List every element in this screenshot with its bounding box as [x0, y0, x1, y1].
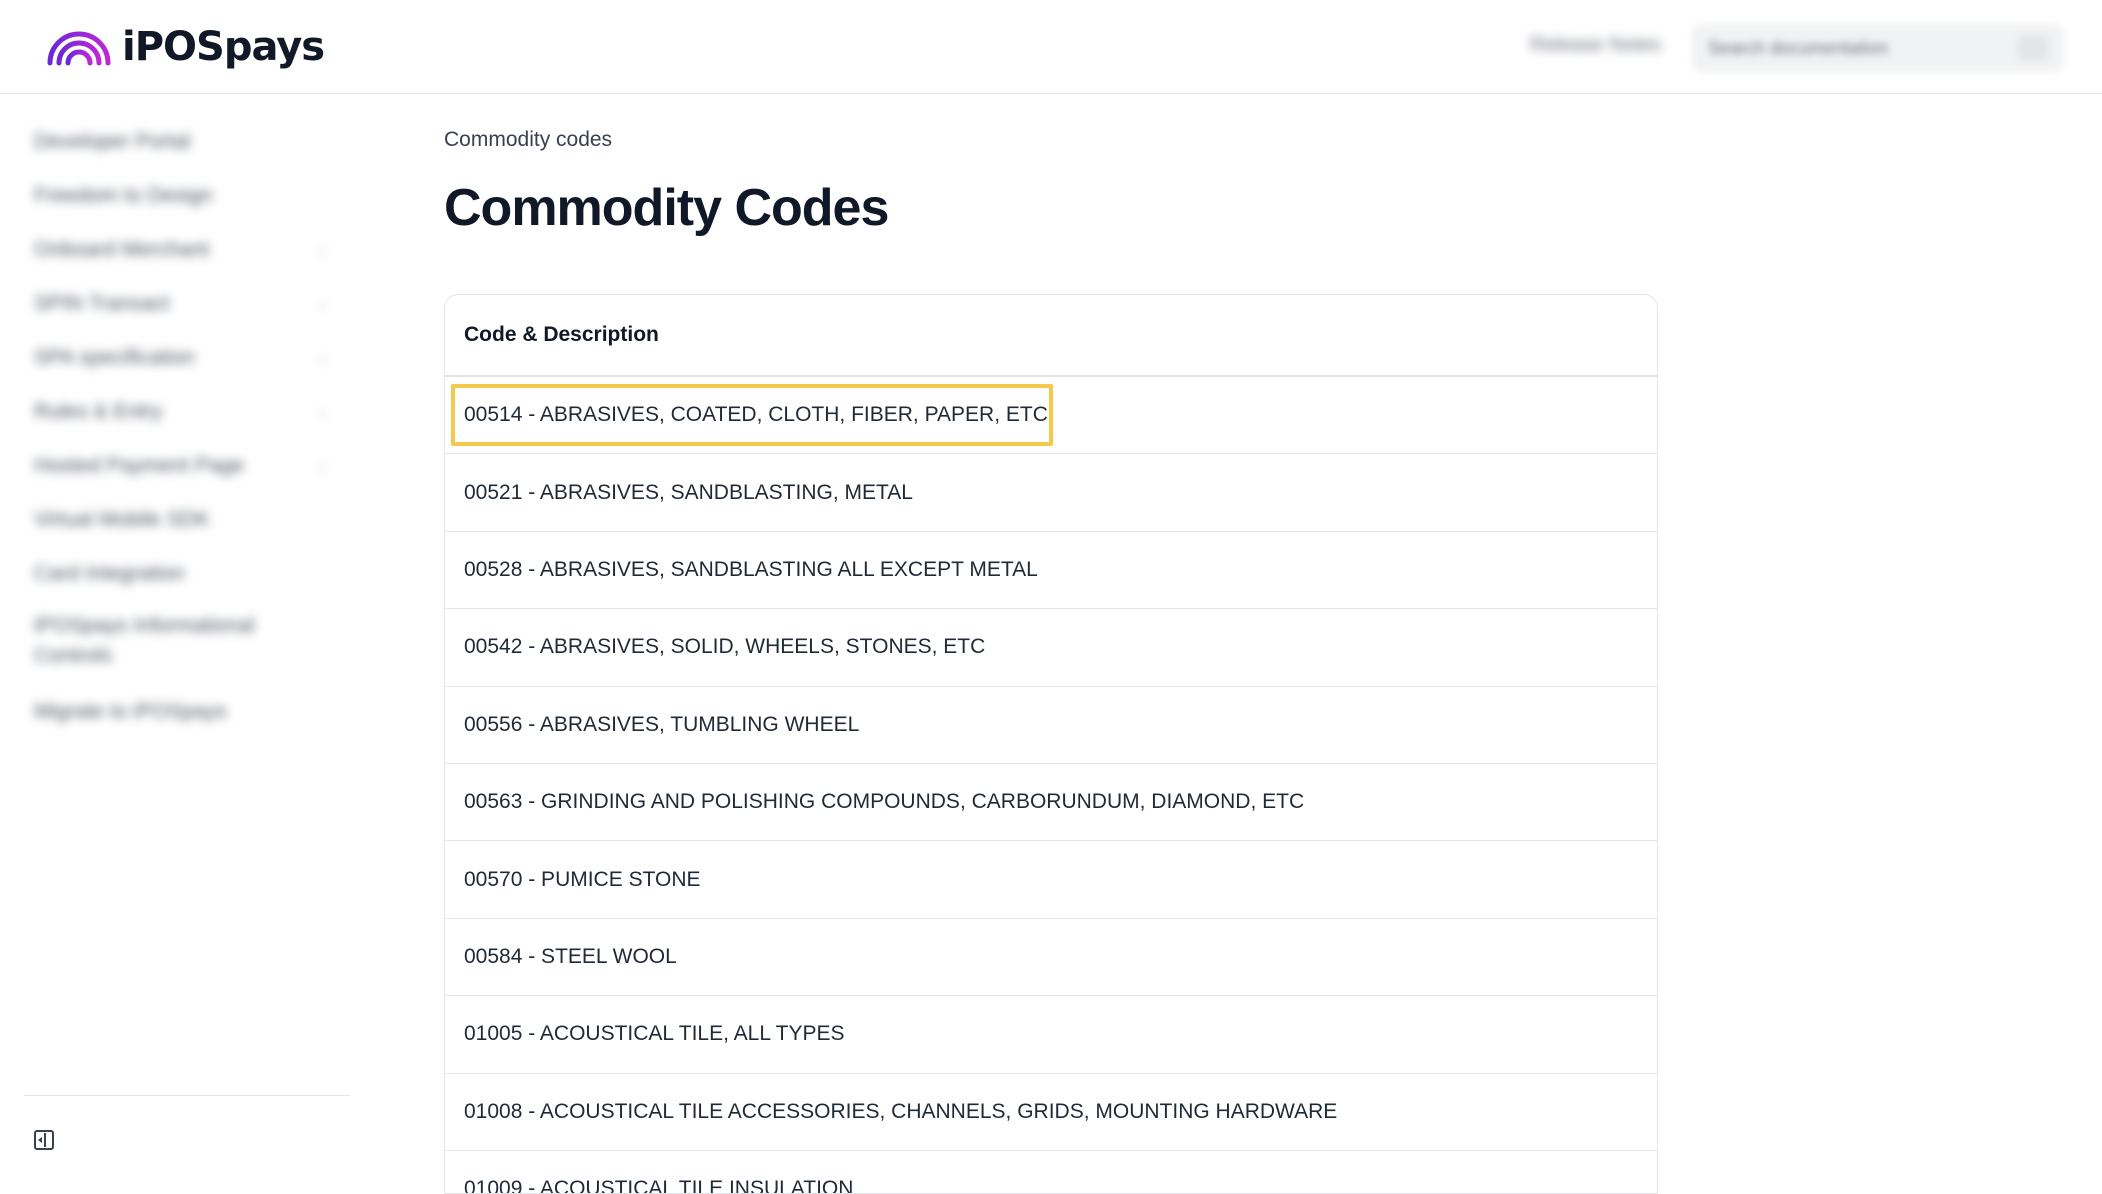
- table-row: 01008 - ACOUSTICAL TILE ACCESSORIES, CHA…: [445, 1074, 1657, 1151]
- sidebar-item-label: SPIN Transact: [34, 292, 170, 315]
- table-row: 00514 - ABRASIVES, COATED, CLOTH, FIBER,…: [445, 377, 1657, 455]
- sidebar-item-label: SPA specification: [34, 346, 195, 369]
- sidebar-item-label: iPOSpays Informational Controls: [34, 614, 255, 667]
- chevron-right-icon: ›: [320, 297, 326, 314]
- table-row: 01009 - ACOUSTICAL TILE INSULATION: [445, 1151, 1657, 1194]
- table-row: 00528 - ABRASIVES, SANDBLASTING ALL EXCE…: [445, 532, 1657, 610]
- table-row: 01005 - ACOUSTICAL TILE, ALL TYPES: [445, 996, 1657, 1074]
- sidebar-item-hosted-payment-page[interactable]: Hosted Payment Page ›: [34, 449, 334, 483]
- table-cell: 00563 - GRINDING AND POLISHING COMPOUNDS…: [464, 790, 1305, 814]
- table-row: 00556 - ABRASIVES, TUMBLING WHEEL: [445, 687, 1657, 764]
- table-cell: 00528 - ABRASIVES, SANDBLASTING ALL EXCE…: [464, 557, 1038, 581]
- breadcrumb: Commodity codes: [444, 128, 613, 151]
- table-row: 00542 - ABRASIVES, SOLID, WHEELS, STONES…: [445, 609, 1657, 687]
- keyboard-shortcut-badge: [2018, 35, 2048, 61]
- page-title: Commodity Codes: [444, 179, 889, 237]
- sidebar-item-label: Hosted Payment Page: [34, 454, 245, 477]
- table-cell: 01005 - ACOUSTICAL TILE, ALL TYPES: [464, 1022, 845, 1046]
- sidebar-item-label: Developer Portal: [34, 130, 191, 153]
- sidebar-item-developer-portal[interactable]: Developer Portal: [34, 125, 334, 159]
- table-header: Code & Description: [445, 295, 1657, 377]
- table-cell: 00584 - STEEL WOOL: [464, 944, 677, 968]
- sidebar-item-label: Rules & Entry: [34, 400, 163, 423]
- table-row: 00521 - ABRASIVES, SANDBLASTING, METAL: [445, 454, 1657, 532]
- sidebar-divider: [24, 1095, 350, 1096]
- chevron-right-icon: ›: [320, 243, 326, 260]
- table-cell: 00514 - ABRASIVES, COATED, CLOTH, FIBER,…: [464, 403, 1048, 427]
- chevron-right-icon: ›: [320, 459, 326, 476]
- table-row: 00570 - PUMICE STONE: [445, 841, 1657, 919]
- commodity-codes-table: Code & Description 00514 - ABRASIVES, CO…: [444, 294, 1658, 1194]
- chevron-right-icon: ›: [320, 405, 326, 422]
- table-cell: 01009 - ACOUSTICAL TILE INSULATION: [464, 1177, 854, 1194]
- top-header: iPOSpays Release Notes Search documentat…: [0, 0, 2102, 94]
- sidebar-item-rules-entry[interactable]: Rules & Entry ›: [34, 395, 334, 429]
- search-input[interactable]: Search documentation: [1692, 24, 2064, 72]
- sidebar-item-virtual-mobile-sdk[interactable]: Virtual Mobile SDK: [34, 503, 334, 537]
- chevron-right-icon: ›: [320, 351, 326, 368]
- sidebar-item-card-integration[interactable]: Card Integration: [34, 557, 334, 591]
- sidebar-item-spa-specification[interactable]: SPA specification ›: [34, 341, 334, 375]
- sidebar-item-migrate[interactable]: Migrate to iPOSpays: [34, 695, 334, 729]
- sidebar-item-spin-transact[interactable]: SPIN Transact ›: [34, 287, 334, 321]
- sidebar-item-informational-controls[interactable]: iPOSpays Informational Controls: [34, 609, 294, 673]
- sidebar-item-label: Virtual Mobile SDK: [34, 508, 210, 531]
- rainbow-logo-icon: [47, 31, 111, 66]
- table-row: 00584 - STEEL WOOL: [445, 919, 1657, 997]
- sidebar-item-label: Freedom to Design: [34, 184, 213, 207]
- sidebar-item-label: Card Integration: [34, 562, 185, 585]
- sidebar: Developer Portal Freedom to Design Onboa…: [0, 95, 352, 1184]
- table-cell: 00556 - ABRASIVES, TUMBLING WHEEL: [464, 712, 860, 736]
- release-notes-link[interactable]: Release Notes: [1530, 34, 1661, 57]
- table-row: 00563 - GRINDING AND POLISHING COMPOUNDS…: [445, 764, 1657, 842]
- table-cell: 00570 - PUMICE STONE: [464, 867, 701, 891]
- table-cell: 00521 - ABRASIVES, SANDBLASTING, METAL: [464, 480, 913, 504]
- logo[interactable]: iPOSpays: [46, 22, 325, 72]
- table-cell: 01008 - ACOUSTICAL TILE ACCESSORIES, CHA…: [464, 1099, 1338, 1123]
- table-cell: 00542 - ABRASIVES, SOLID, WHEELS, STONES…: [464, 635, 986, 659]
- search-placeholder: Search documentation: [1708, 37, 1889, 58]
- collapse-sidebar-icon[interactable]: [34, 1130, 54, 1150]
- sidebar-item-freedom-to-design[interactable]: Freedom to Design: [34, 179, 334, 213]
- sidebar-item-onboard-merchant[interactable]: Onboard Merchant ›: [34, 233, 334, 267]
- sidebar-item-label: Migrate to iPOSpays: [34, 700, 227, 723]
- sidebar-item-label: Onboard Merchant: [34, 238, 210, 261]
- logo-text: iPOSpays: [122, 24, 325, 70]
